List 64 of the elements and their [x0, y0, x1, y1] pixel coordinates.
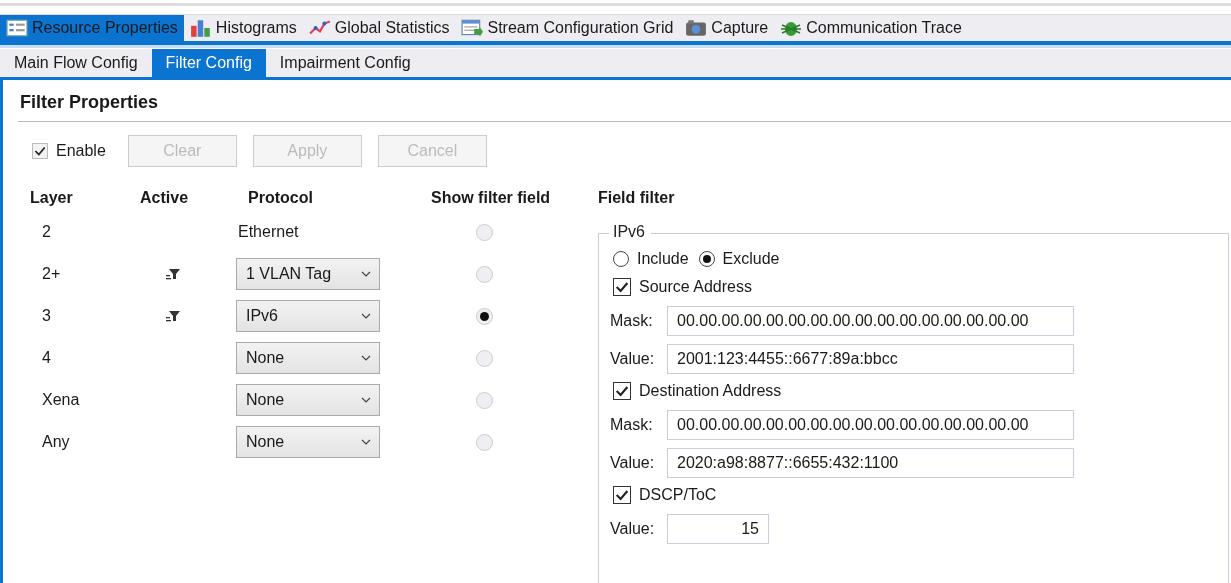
- show-filter-radio[interactable]: [476, 223, 493, 241]
- chevron-icon: [361, 439, 371, 445]
- field-label: Mask:: [610, 416, 654, 434]
- layer-label: 2+: [41, 265, 62, 283]
- mode-radio[interactable]: Include: [613, 250, 689, 268]
- input-field[interactable]: 2001:123:4455::6677:89a:bbcc: [667, 344, 1074, 374]
- layer-label: Any: [41, 433, 71, 451]
- field-checkbox[interactable]: DSCP/ToC: [613, 484, 1228, 506]
- input-field[interactable]: 00.00.00.00.00.00.00.00.00.00.00.00.00.00.00.00: [667, 410, 1074, 440]
- main-tab[interactable]: Stream Configuration Grid: [455, 15, 680, 41]
- properties-icon: [6, 19, 28, 37]
- sub-tab[interactable]: Main Flow Config: [0, 49, 152, 77]
- protocol-label: Ethernet: [237, 223, 299, 241]
- main-tab[interactable]: Resource Properties: [0, 15, 184, 41]
- check-icon: [614, 279, 630, 295]
- input-field[interactable]: 2020:a98:8877::6655:432:1100: [667, 448, 1074, 478]
- input-field[interactable]: 00.00.00.00.00.00.00.00.00.00.00.00.00.00.00.00: [667, 306, 1074, 336]
- column-header: Active: [139, 189, 190, 207]
- check-icon: [614, 487, 630, 503]
- layer-label: Xena: [41, 391, 81, 409]
- protocol-dropdown[interactable]: 1 VLAN Tag: [236, 258, 380, 290]
- protocol-dropdown[interactable]: IPv6: [236, 300, 380, 332]
- field-label: Value:: [610, 350, 656, 368]
- bar-chart-icon: [189, 19, 212, 37]
- check-icon: [614, 383, 630, 399]
- show-filter-radio[interactable]: [476, 307, 493, 325]
- camera-icon: [685, 19, 708, 37]
- layer-label: 4: [41, 349, 52, 367]
- field-checkbox[interactable]: Source Address: [613, 276, 1228, 298]
- main-tab[interactable]: Capture: [679, 15, 775, 41]
- column-header: Protocol: [247, 189, 314, 207]
- show-filter-radio[interactable]: [476, 433, 493, 451]
- protocol-dropdown[interactable]: None: [236, 342, 380, 374]
- field-checkbox[interactable]: Destination Address: [613, 380, 1228, 402]
- input-field[interactable]: 15: [667, 514, 769, 544]
- chevron-icon: [361, 355, 371, 361]
- sub-tab[interactable]: Impairment Config: [265, 49, 425, 77]
- mode-radio[interactable]: Exclude: [698, 250, 780, 268]
- column-header: Layer: [29, 189, 74, 207]
- show-filter-radio[interactable]: [476, 265, 493, 283]
- main-tab[interactable]: Histograms: [183, 15, 303, 41]
- bug-icon: [780, 19, 803, 37]
- protocol-dropdown[interactable]: None: [236, 384, 380, 416]
- chevron-icon: [361, 271, 371, 277]
- check-icon: [33, 144, 47, 158]
- chevron-icon: [361, 313, 371, 319]
- layer-label: 3: [41, 307, 52, 325]
- show-filter-radio[interactable]: [476, 349, 493, 367]
- show-filter-radio[interactable]: [476, 391, 493, 409]
- field-label: Value:: [610, 454, 656, 472]
- main-tab[interactable]: Global Statistics: [302, 15, 456, 41]
- sub-tab[interactable]: Filter Config: [151, 49, 266, 77]
- layer-label: 2: [41, 223, 52, 241]
- column-header: Show filter field: [430, 189, 552, 207]
- chevron-icon: [361, 397, 371, 403]
- field-label: Value:: [610, 520, 656, 538]
- field-label: Mask:: [610, 312, 654, 330]
- enable-checkbox[interactable]: Enable: [32, 142, 106, 160]
- grid-icon: [461, 19, 484, 37]
- column-header: Field filter: [598, 188, 676, 208]
- panel-title: Filter Properties: [19, 91, 160, 114]
- main-tab[interactable]: Communication Trace: [774, 15, 968, 41]
- protocol-dropdown[interactable]: None: [236, 426, 380, 458]
- line-chart-icon: [308, 19, 331, 37]
